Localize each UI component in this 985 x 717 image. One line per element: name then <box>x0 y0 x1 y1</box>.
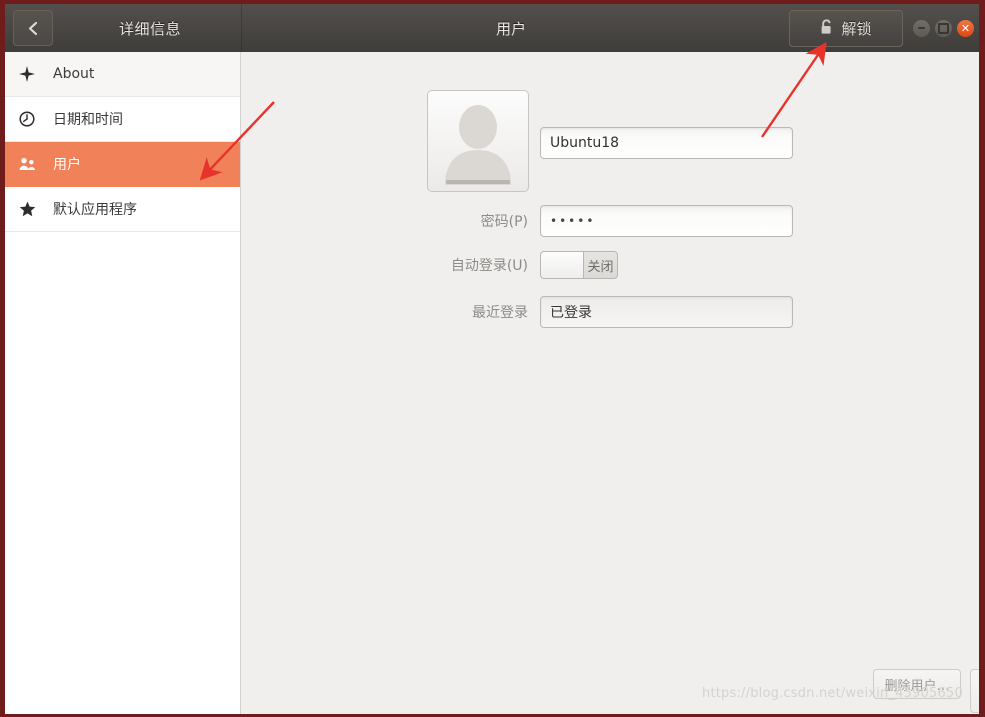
name-input-value: Ubuntu18 <box>550 135 620 151</box>
back-button[interactable] <box>13 10 53 46</box>
password-label: 密码(P) <box>480 214 528 230</box>
sidebar: About 日期和时间 用户 默认应用程序 <box>5 52 241 714</box>
autologin-toggle-state: 关闭 <box>587 259 614 275</box>
lastlogin-field-row: 最近登录 已登录 <box>422 296 793 328</box>
clock-icon <box>19 111 45 127</box>
sidebar-item-about-label: About <box>53 66 95 82</box>
window-title: 用户 <box>495 19 526 38</box>
unlock-button-label: 解锁 <box>841 20 872 38</box>
sidebar-item-users-label: 用户 <box>53 157 81 173</box>
password-input-value: ••••• <box>550 214 596 228</box>
sidebar-item-datetime[interactable]: 日期和时间 <box>5 97 240 142</box>
sparkle-icon <box>19 66 45 82</box>
close-button[interactable]: ✕ <box>957 19 974 37</box>
chevron-left-icon <box>27 21 40 36</box>
user-settings-panel: Ubuntu18 密码(P) ••••• 自动登录(U) 关闭 最近登录 已登录 <box>241 52 985 714</box>
lastlogin-label: 最近登录 <box>472 305 528 321</box>
maximize-button[interactable] <box>935 19 952 37</box>
sidebar-item-default-apps[interactable]: 默认应用程序 <box>5 187 240 232</box>
delete-user-button-label: 删除用户… <box>884 678 950 694</box>
unlock-button[interactable]: 解锁 <box>789 10 903 47</box>
sidebar-item-users[interactable]: 用户 <box>5 142 240 187</box>
lastlogin-value-box: 已登录 <box>540 296 793 328</box>
users-icon <box>19 157 45 171</box>
minimize-button[interactable] <box>913 19 930 37</box>
autologin-label: 自动登录(U) <box>450 258 528 274</box>
autologin-toggle[interactable]: 关闭 <box>540 251 618 279</box>
star-icon <box>19 201 45 217</box>
autologin-field-row: 自动登录(U) 关闭 <box>422 251 618 279</box>
close-icon: ✕ <box>960 21 971 35</box>
window-controls: ✕ <box>913 4 974 52</box>
sidebar-item-datetime-label: 日期和时间 <box>53 112 123 128</box>
sidebar-empty-area <box>5 232 240 669</box>
title-bar: 详细信息 用户 解锁 ✕ <box>5 4 979 52</box>
name-field-row: Ubuntu18 <box>422 127 793 159</box>
password-field-row: 密码(P) ••••• <box>422 205 793 237</box>
sidebar-item-default-apps-label: 默认应用程序 <box>53 202 137 218</box>
panel-title: 详细信息 <box>118 19 181 38</box>
name-input[interactable]: Ubuntu18 <box>540 127 793 159</box>
autologin-toggle-knob <box>541 252 584 278</box>
window-frame-left <box>0 0 5 717</box>
sidebar-item-about[interactable]: About <box>5 52 240 97</box>
lock-icon <box>820 18 833 39</box>
lastlogin-value: 已登录 <box>550 305 592 321</box>
password-input[interactable]: ••••• <box>540 205 793 237</box>
settings-window: 详细信息 用户 解锁 ✕ About 日期和时间 用户 默认应用程序 Ubunt… <box>0 0 985 717</box>
window-frame-top <box>0 0 985 4</box>
delete-user-button[interactable]: 删除用户… <box>873 669 961 699</box>
window-frame-right <box>979 0 985 717</box>
